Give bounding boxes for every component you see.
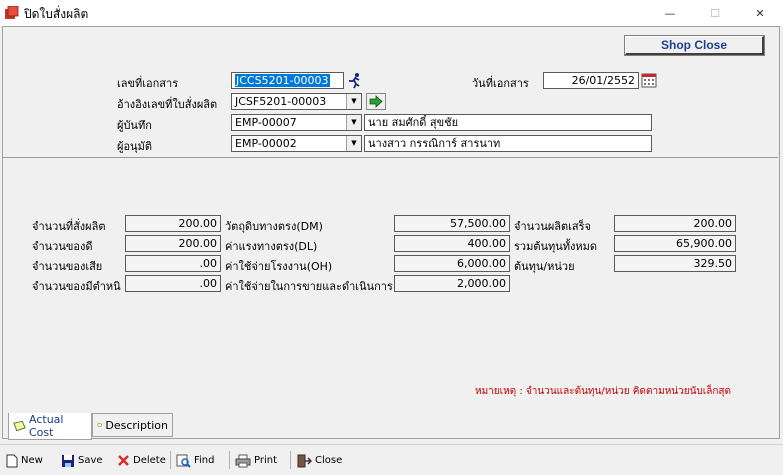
approver-code: EMP-00002	[235, 137, 297, 150]
defect-qty-field: .00	[125, 255, 221, 272]
tab-actual-cost-label: Actual Cost	[29, 413, 64, 439]
flawed-qty-label: จำนวนของมีตำหนิ	[32, 280, 121, 293]
approver-name-field: นางสาว กรรณิการ์ สารนาท	[364, 135, 652, 152]
minimize-button[interactable]: —	[650, 0, 690, 26]
calendar-icon[interactable]	[641, 72, 657, 88]
save-button[interactable]: Save	[61, 452, 103, 469]
tab-description[interactable]: Description	[92, 413, 173, 437]
total-cost-field: 65,900.00	[614, 235, 736, 252]
recorder-name-field: นาย สมศักดิ์ สุขชัย	[364, 114, 652, 131]
new-button[interactable]: New	[6, 452, 43, 469]
total-cost-label: รวมต้นทุนทั้งหมด	[514, 240, 598, 253]
new-document-icon	[6, 454, 18, 467]
recorder-combo[interactable]: EMP-00007 ▼	[231, 114, 362, 131]
selling-label: ค่าใช้จ่ายในการขายและดำเนินการ	[225, 280, 393, 293]
doc-date-field[interactable]: 26/01/2552	[543, 72, 639, 89]
new-button-label: New	[21, 455, 43, 466]
close-window-button[interactable]: ✕	[740, 0, 780, 26]
dl-field: 400.00	[394, 235, 510, 252]
recorder-label: ผู้บันทึก	[117, 119, 152, 132]
chevron-down-icon[interactable]: ▼	[346, 94, 361, 109]
chevron-down-icon[interactable]: ▼	[346, 136, 361, 151]
delete-x-icon	[118, 455, 129, 466]
doc-no-label: เลขที่เอกสาร	[117, 77, 179, 90]
dl-label: ค่าแรงทางตรง(DL)	[225, 240, 318, 253]
close-button-label: Close	[315, 455, 343, 466]
order-qty-label: จำนวนที่สั่งผลิต	[32, 220, 106, 233]
toolbar-separator	[170, 451, 171, 469]
ref-order-label: อ้างอิงเลขที่ใบสั่งผลิต	[117, 98, 218, 111]
maximize-button[interactable]: ☐	[695, 0, 735, 26]
approver-label: ผู้อนุมัติ	[117, 140, 152, 153]
oh-label: ค่าใช้จ่ายโรงงาน(OH)	[225, 260, 333, 273]
tab-actual-cost[interactable]: Actual Cost	[8, 413, 92, 440]
toolbar-separator	[229, 451, 230, 469]
save-disk-icon	[62, 454, 74, 467]
doc-date-label: วันที่เอกสาร	[472, 77, 529, 90]
selling-field: 2,000.00	[394, 275, 510, 292]
remark-text: หมายเหตุ : จำนวนและต้นทุน/หน่วย คิดตามหน…	[475, 386, 731, 397]
find-button[interactable]: Find	[176, 452, 215, 469]
unit-cost-field: 329.50	[614, 255, 736, 272]
save-button-label: Save	[78, 455, 103, 466]
doc-no-value: JCCS5201-00003	[235, 74, 330, 87]
unit-cost-label: ต้นทุน/หน่วย	[514, 260, 575, 273]
running-man-icon[interactable]	[346, 72, 363, 89]
shop-close-button[interactable]: Shop Close	[624, 35, 765, 56]
toolbar-separator	[290, 451, 291, 469]
ref-order-combo[interactable]: JCSF5201-00003 ▼	[231, 93, 362, 110]
search-icon	[176, 454, 191, 468]
chevron-down-icon[interactable]: ▼	[346, 115, 361, 130]
exit-door-icon	[297, 454, 312, 467]
print-button-label: Print	[254, 455, 278, 466]
doc-no-field[interactable]: JCCS5201-00003	[231, 72, 344, 89]
dm-field: 57,500.00	[394, 215, 510, 232]
order-qty-field: 200.00	[125, 215, 221, 232]
delete-button-label: Delete	[133, 455, 166, 466]
note-icon	[97, 422, 103, 428]
dm-label: วัตถุดิบทางตรง(DM)	[225, 220, 323, 233]
find-button-label: Find	[194, 455, 215, 466]
printer-icon	[235, 454, 251, 467]
ref-order-value: JCSF5201-00003	[235, 95, 327, 108]
print-button[interactable]: Print	[235, 452, 277, 469]
finished-qty-label: จำนวนผลิตเสร็จ	[514, 220, 591, 233]
defect-qty-label: จำนวนของเสีย	[32, 260, 103, 273]
approver-combo[interactable]: EMP-00002 ▼	[231, 135, 362, 152]
good-qty-label: จำนวนของดี	[32, 240, 93, 253]
finished-qty-field: 200.00	[614, 215, 736, 232]
close-button[interactable]: Close	[297, 452, 342, 469]
good-qty-field: 200.00	[125, 235, 221, 252]
go-arrow-icon[interactable]	[366, 93, 386, 110]
app-icon	[5, 6, 19, 19]
window-title: ปิดใบสั่งผลิต	[24, 7, 89, 21]
delete-button[interactable]: Delete	[117, 452, 166, 469]
tab-description-label: Description	[105, 418, 168, 432]
flawed-qty-field: .00	[125, 275, 221, 292]
recorder-code: EMP-00007	[235, 116, 297, 129]
note-icon	[13, 420, 26, 432]
oh-field: 6,000.00	[394, 255, 510, 272]
